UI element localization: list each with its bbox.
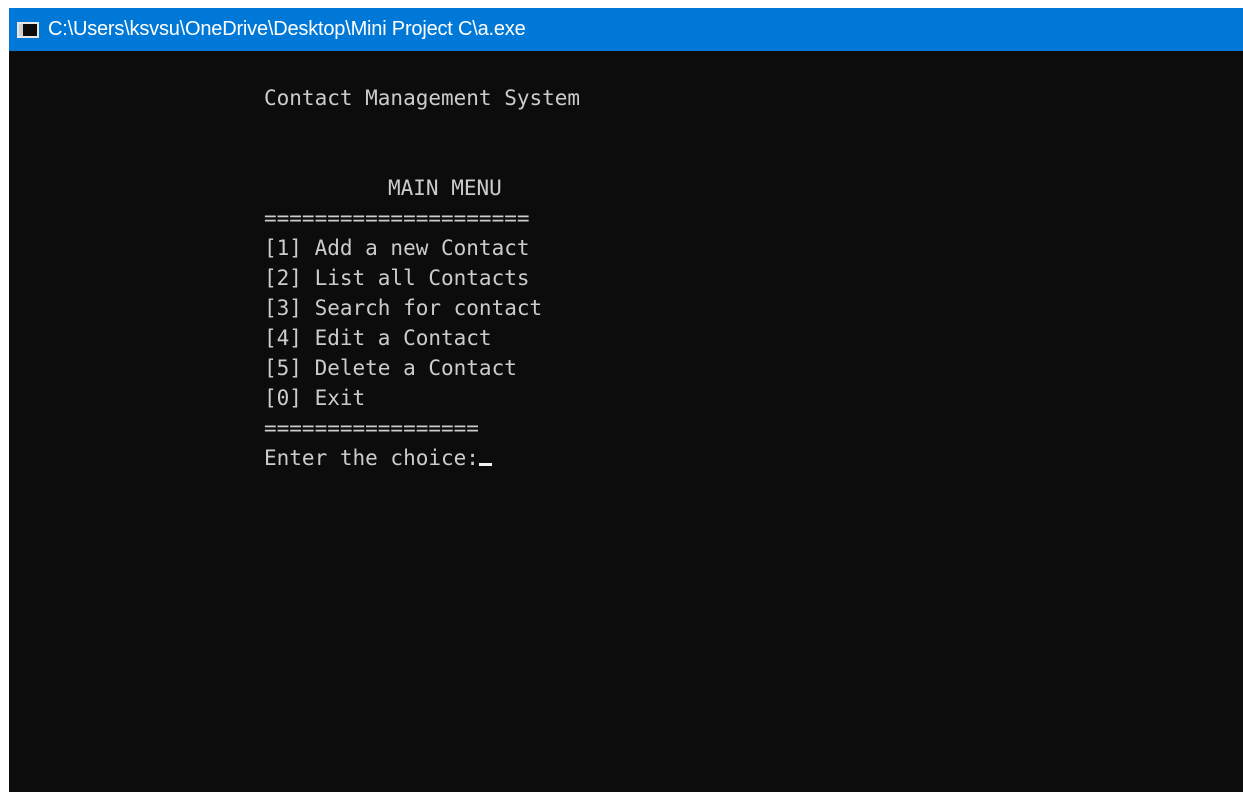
menu-separator-bottom: ================= [264,416,479,440]
choice-prompt: Enter the choice: [264,446,479,470]
choice-prompt-line[interactable]: Enter the choice: [264,443,492,473]
menu-option-list: [2] List all Contacts [264,266,530,290]
title-bar[interactable]: C:\Users\ksvsu\OneDrive\Desktop\Mini Pro… [9,8,1243,51]
text-cursor [478,463,492,466]
menu-option-edit: [4] Edit a Contact [264,326,492,350]
app-heading: Contact Management System [264,86,581,110]
console-window-icon[interactable] [17,21,39,38]
menu-option-search: [3] Search for contact [264,296,543,320]
console-window: C:\Users\ksvsu\OneDrive\Desktop\Mini Pro… [0,0,1243,792]
menu-option-add: [1] Add a new Contact [264,236,530,260]
menu-option-exit: [0] Exit [264,386,366,410]
menu-title: MAIN MENU [388,176,502,200]
menu-option-delete: [5] Delete a Contact [264,356,517,380]
console-output[interactable]: Contact Management System MAIN MENU ====… [9,51,1243,792]
menu-separator-top: ===================== [264,206,530,230]
window-title: C:\Users\ksvsu\OneDrive\Desktop\Mini Pro… [48,18,526,40]
